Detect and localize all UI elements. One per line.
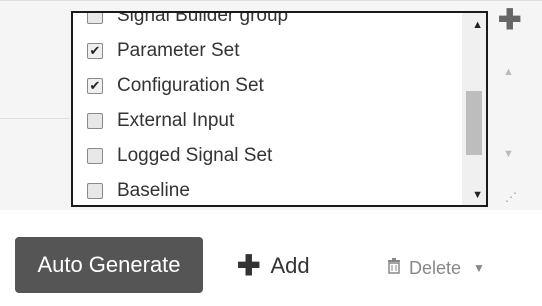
checkbox[interactable] bbox=[87, 13, 103, 24]
list-item-parameter-set[interactable]: ✔ Parameter Set bbox=[73, 33, 462, 68]
list-item-baseline[interactable]: Baseline bbox=[73, 173, 462, 205]
checkbox[interactable] bbox=[87, 182, 103, 199]
items-panel: Signal Builder group ✔ Parameter Set ✔ C… bbox=[0, 0, 542, 211]
trash-icon bbox=[387, 257, 401, 279]
add-item-plus-icon[interactable]: ✚ bbox=[498, 6, 521, 34]
list-scrollbar[interactable]: ▲ ▼ bbox=[462, 13, 486, 205]
delete-label: Delete bbox=[409, 257, 462, 278]
list-item-label: Baseline bbox=[117, 179, 190, 201]
chevron-down-icon[interactable]: ▼ bbox=[473, 261, 485, 275]
checkbox[interactable]: ✔ bbox=[87, 77, 103, 94]
list-item-signal-builder-group[interactable]: Signal Builder group bbox=[73, 11, 462, 33]
panel-scroll-down-icon[interactable]: ▼ bbox=[503, 148, 514, 160]
checkbox[interactable] bbox=[87, 112, 103, 129]
panel-scroll-up-icon[interactable]: ▲ bbox=[503, 66, 514, 78]
list-item-configuration-set[interactable]: ✔ Configuration Set bbox=[73, 68, 462, 103]
add-label: Add bbox=[270, 253, 310, 278]
auto-generate-label: Auto Generate bbox=[37, 252, 181, 277]
panel-divider bbox=[0, 118, 70, 119]
resize-grip-icon[interactable]: ⋰ bbox=[505, 190, 517, 204]
list-item-label: Configuration Set bbox=[117, 74, 264, 96]
checkbox[interactable]: ✔ bbox=[87, 42, 103, 59]
scroll-up-icon[interactable]: ▲ bbox=[472, 19, 483, 31]
scroll-down-icon[interactable]: ▼ bbox=[472, 189, 483, 201]
plus-icon: ✚ bbox=[237, 250, 261, 281]
panel-divider bbox=[0, 0, 542, 1]
checkbox[interactable] bbox=[87, 147, 103, 164]
add-button[interactable]: ✚ Add bbox=[237, 246, 310, 286]
auto-generate-button[interactable]: Auto Generate bbox=[15, 237, 203, 293]
dropdown-options: Signal Builder group ✔ Parameter Set ✔ C… bbox=[73, 11, 462, 205]
bottom-toolbar: Auto Generate ✚ Add Delete ▼ bbox=[0, 210, 542, 306]
list-item-label: Parameter Set bbox=[117, 39, 240, 61]
type-dropdown-list[interactable]: Signal Builder group ✔ Parameter Set ✔ C… bbox=[71, 11, 488, 207]
list-item-external-input[interactable]: External Input bbox=[73, 103, 462, 138]
list-item-label: Logged Signal Set bbox=[117, 144, 273, 166]
list-item-logged-signal-set[interactable]: Logged Signal Set bbox=[73, 138, 462, 173]
delete-button[interactable]: Delete ▼ bbox=[387, 250, 485, 286]
check-icon: ✔ bbox=[89, 78, 101, 93]
list-item-label: Signal Builder group bbox=[117, 11, 289, 26]
check-icon: ✔ bbox=[89, 43, 101, 58]
list-item-label: External Input bbox=[117, 109, 235, 131]
scroll-thumb[interactable] bbox=[466, 91, 482, 155]
